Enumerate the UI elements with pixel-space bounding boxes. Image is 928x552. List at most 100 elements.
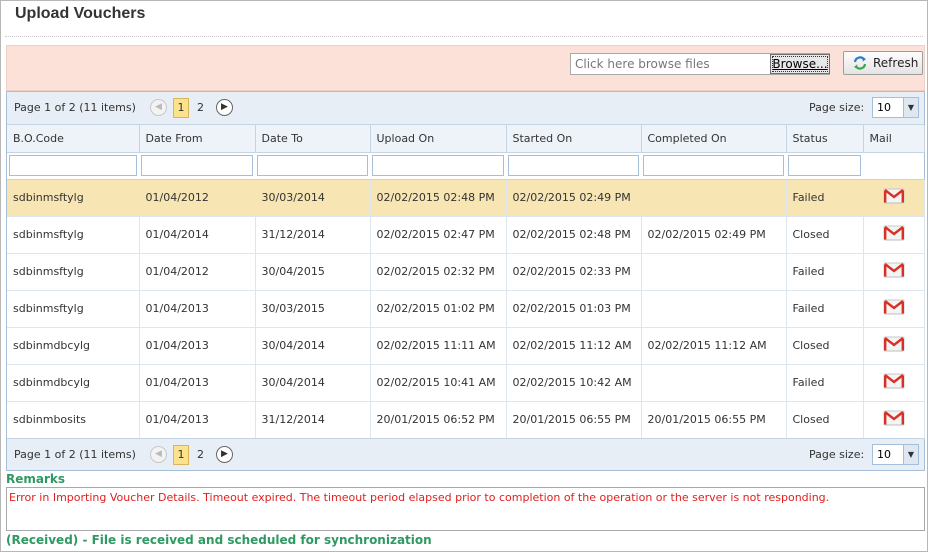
cell-upload-on: 02/02/2015 01:02 PM — [370, 290, 507, 328]
cell-bo-code: sdbinmsftylg — [7, 216, 140, 254]
page-button-2[interactable]: 2 — [197, 101, 204, 114]
column-header-upload-on[interactable]: Upload On — [370, 125, 507, 153]
gmail-icon[interactable] — [883, 410, 905, 432]
gmail-icon[interactable] — [883, 336, 905, 358]
cell-status: Closed — [786, 327, 864, 365]
filter-started-on-input[interactable] — [508, 155, 639, 176]
cell-bo-code: sdbinmdbcylg — [7, 364, 140, 402]
table-row[interactable]: sdbinmdbcylg 01/04/2013 30/04/2014 02/02/20… — [7, 327, 925, 365]
column-header-date-to[interactable]: Date To — [255, 125, 371, 153]
remarks-box: Error in Importing Voucher Details. Time… — [6, 487, 925, 531]
cell-bo-code: sdbinmbosits — [7, 401, 140, 439]
cell-date-from: 01/04/2012 — [139, 253, 256, 291]
cell-date-to: 30/04/2015 — [255, 253, 371, 291]
cell-upload-on: 02/02/2015 11:11 AM — [370, 327, 507, 365]
gmail-icon[interactable] — [883, 225, 905, 247]
pager-top: Page 1 of 2 (11 items) ◀ 1 2 ▶ Page size… — [7, 92, 924, 125]
cell-mail — [863, 327, 925, 365]
cell-status: Failed — [786, 179, 864, 217]
column-header-started-on[interactable]: Started On — [506, 125, 642, 153]
cell-mail — [863, 179, 925, 217]
remarks-title: Remarks — [6, 472, 66, 486]
chevron-left-icon[interactable]: ◀ — [150, 99, 167, 116]
table-row[interactable]: sdbinmbosits 01/04/2013 31/12/2014 20/01/20… — [7, 401, 925, 439]
page-size-label: Page size: — [809, 101, 865, 114]
chevron-down-icon[interactable]: ▼ — [903, 445, 918, 464]
page-button-2[interactable]: 2 — [197, 448, 204, 461]
cell-bo-code: sdbinmdbcylg — [7, 327, 140, 365]
page-size-label: Page size: — [809, 448, 865, 461]
table-row[interactable]: sdbinmsftylg 01/04/2012 30/03/2014 02/02/20… — [7, 179, 925, 217]
chevron-right-icon[interactable]: ▶ — [216, 446, 233, 463]
cell-mail — [863, 216, 925, 254]
filter-date-to-input[interactable] — [257, 155, 368, 176]
gmail-icon[interactable] — [883, 262, 905, 284]
filter-status-input[interactable] — [788, 155, 861, 176]
browse-button[interactable]: Browse... — [770, 54, 830, 74]
vouchers-grid: Page 1 of 2 (11 items) ◀ 1 2 ▶ Page size… — [6, 91, 925, 471]
pager-info: Page 1 of 2 (11 items) — [14, 101, 136, 114]
column-header-mail[interactable]: Mail — [863, 125, 925, 153]
gmail-icon[interactable] — [883, 299, 905, 321]
vouchers-table: B.O.Code Date From Date To Upload On Sta… — [7, 125, 925, 439]
column-header-completed-on[interactable]: Completed On — [641, 125, 787, 153]
page-size-select[interactable]: 10 ▼ — [872, 97, 919, 118]
page-button-1[interactable]: 1 — [173, 445, 189, 465]
cell-completed-on — [641, 364, 787, 402]
cell-started-on: 02/02/2015 10:42 AM — [506, 364, 642, 402]
file-path-placeholder: Click here browse files — [575, 57, 710, 71]
cell-bo-code: sdbinmsftylg — [7, 253, 140, 291]
filter-bo-code-input[interactable] — [9, 155, 137, 176]
table-row[interactable]: sdbinmsftylg 01/04/2014 31/12/2014 02/02/20… — [7, 216, 925, 254]
cell-mail — [863, 253, 925, 291]
cell-bo-code: sdbinmsftylg — [7, 179, 140, 217]
table-row[interactable]: sdbinmsftylg 01/04/2012 30/04/2015 02/02/20… — [7, 253, 925, 291]
filter-upload-on-input[interactable] — [372, 155, 504, 176]
cell-bo-code: sdbinmsftylg — [7, 290, 140, 328]
cell-completed-on — [641, 179, 787, 217]
chevron-down-icon[interactable]: ▼ — [903, 98, 918, 117]
cell-date-from: 01/04/2013 — [139, 364, 256, 402]
page-size-select[interactable]: 10 ▼ — [872, 444, 919, 465]
chevron-right-icon[interactable]: ▶ — [216, 99, 233, 116]
page-button-1[interactable]: 1 — [173, 98, 189, 118]
gmail-icon[interactable] — [883, 188, 905, 210]
table-row[interactable]: sdbinmsftylg 01/04/2013 30/03/2015 02/02/20… — [7, 290, 925, 328]
cell-date-from: 01/04/2014 — [139, 216, 256, 254]
header-row: B.O.Code Date From Date To Upload On Sta… — [7, 125, 925, 153]
filter-completed-on-input[interactable] — [643, 155, 784, 176]
pager-info: Page 1 of 2 (11 items) — [14, 448, 136, 461]
cell-status: Failed — [786, 364, 864, 402]
filter-row — [7, 152, 924, 180]
refresh-button[interactable]: Refresh — [843, 51, 923, 75]
pager-bottom: Page 1 of 2 (11 items) ◀ 1 2 ▶ Page size… — [7, 438, 924, 470]
cell-date-from: 01/04/2012 — [139, 179, 256, 217]
column-header-status[interactable]: Status — [786, 125, 864, 153]
remarks-error-text: Error in Importing Voucher Details. Time… — [9, 491, 830, 504]
filter-date-from-input[interactable] — [141, 155, 253, 176]
refresh-icon — [853, 56, 867, 70]
page-size-value: 10 — [877, 101, 891, 114]
chevron-left-icon[interactable]: ◀ — [150, 446, 167, 463]
cell-mail — [863, 364, 925, 402]
cell-started-on: 02/02/2015 02:48 PM — [506, 216, 642, 254]
cell-completed-on — [641, 253, 787, 291]
status-legend: (Received) - File is received and schedu… — [6, 533, 432, 547]
table-row[interactable]: sdbinmdbcylg 01/04/2013 30/04/2014 02/02/20… — [7, 364, 925, 402]
column-header-bo-code[interactable]: B.O.Code — [7, 125, 140, 153]
cell-upload-on: 20/01/2015 06:52 PM — [370, 401, 507, 439]
cell-started-on: 02/02/2015 11:12 AM — [506, 327, 642, 365]
cell-started-on: 02/02/2015 02:49 PM — [506, 179, 642, 217]
file-path-input[interactable]: Click here browse files Browse... — [570, 53, 830, 75]
cell-status: Closed — [786, 216, 864, 254]
cell-mail — [863, 290, 925, 328]
cell-completed-on — [641, 290, 787, 328]
column-header-date-from[interactable]: Date From — [139, 125, 256, 153]
cell-started-on: 20/01/2015 06:55 PM — [506, 401, 642, 439]
gmail-icon[interactable] — [883, 373, 905, 395]
cell-upload-on: 02/02/2015 02:47 PM — [370, 216, 507, 254]
cell-date-from: 01/04/2013 — [139, 290, 256, 328]
cell-status: Failed — [786, 290, 864, 328]
cell-started-on: 02/02/2015 02:33 PM — [506, 253, 642, 291]
cell-upload-on: 02/02/2015 02:48 PM — [370, 179, 507, 217]
